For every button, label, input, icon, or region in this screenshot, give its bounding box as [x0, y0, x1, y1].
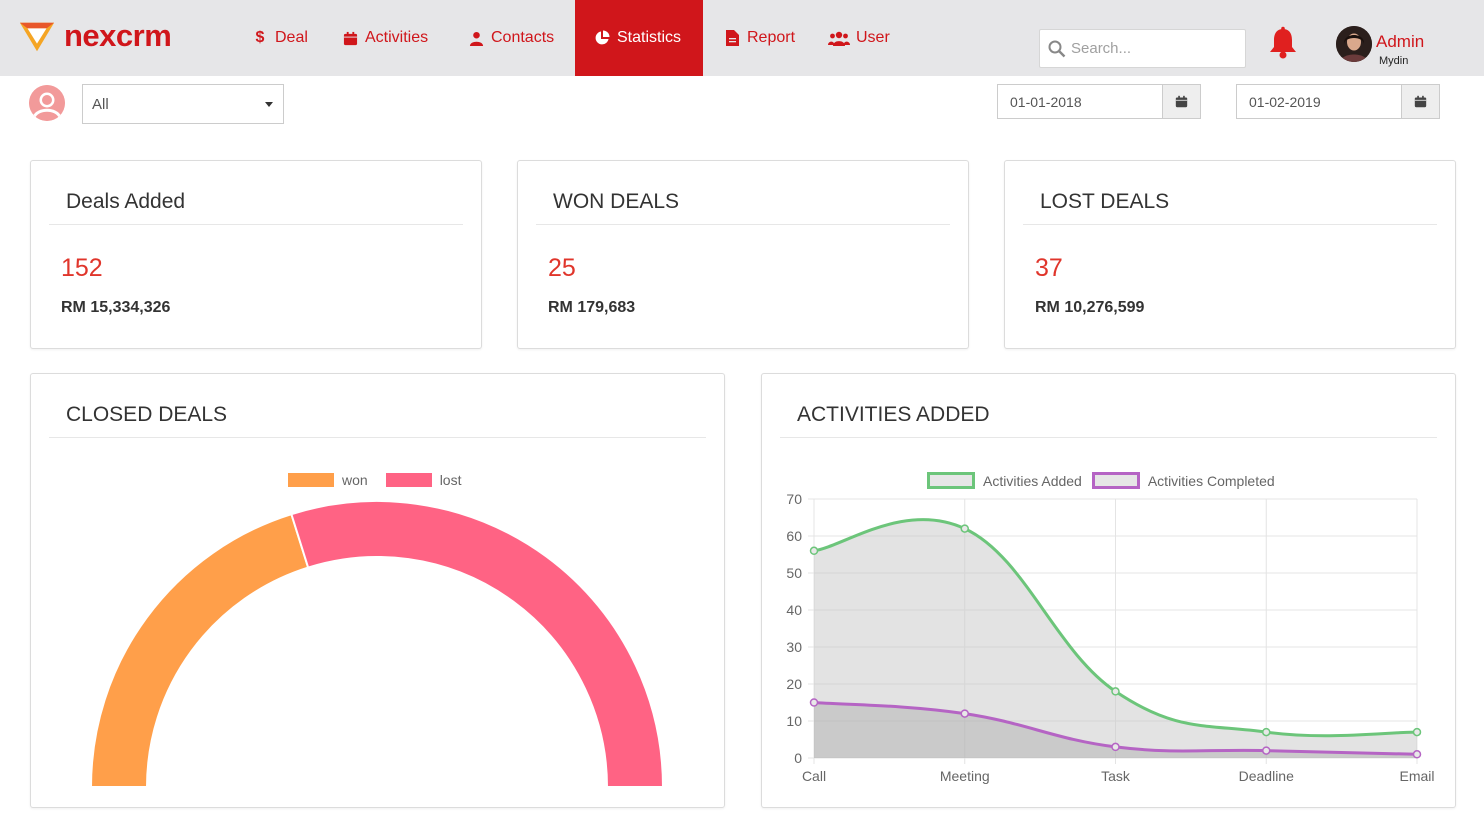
- date-from-picker[interactable]: 01-01-2018: [997, 84, 1201, 119]
- deals-added-count: 152: [61, 254, 103, 282]
- data-point[interactable]: [1111, 687, 1120, 696]
- divider: [49, 224, 463, 225]
- file-icon: [723, 30, 741, 46]
- date-from-input[interactable]: 01-01-2018: [998, 85, 1162, 118]
- users-icon: [828, 31, 850, 46]
- y-tick-label: 50: [786, 565, 802, 581]
- activities-line-chart: 0 10 20 30 40 50 60 70 Call Meeting Task Deadline Em…: [786, 491, 1434, 784]
- x-tick-label: Deadline: [1239, 768, 1294, 784]
- deals-added-amount: RM 15,334,326: [61, 299, 171, 316]
- y-tick-label: 0: [794, 750, 802, 766]
- date-to-picker[interactable]: 01-02-2019: [1236, 84, 1440, 119]
- closed-deals-card: CLOSED DEALS won lost: [30, 373, 725, 808]
- data-point[interactable]: [809, 698, 819, 707]
- search-icon: [1048, 40, 1066, 57]
- card-title: WON DEALS: [553, 190, 680, 213]
- lost-deals-amount: RM 10,276,599: [1035, 299, 1145, 316]
- divider: [536, 224, 950, 225]
- activities-added-card: ACTIVITIES ADDED Activities Added Activi…: [761, 373, 1456, 808]
- nav-activities[interactable]: Activities: [341, 0, 428, 76]
- data-point[interactable]: [1412, 750, 1422, 759]
- nav-contacts[interactable]: Contacts: [467, 0, 554, 76]
- won-deals-card: WON DEALS 25 RM 179,683: [517, 160, 969, 349]
- nav-statistics-label: Statistics: [617, 29, 682, 46]
- data-point[interactable]: [1262, 746, 1271, 755]
- y-tick-label: 30: [786, 639, 802, 655]
- y-tick-label: 70: [786, 491, 802, 507]
- won-deals-amount: RM 179,683: [548, 299, 636, 316]
- won-deals-count: 25: [548, 254, 576, 282]
- calendar-icon: [341, 31, 359, 46]
- user-filter-value: All: [92, 95, 109, 113]
- nav-report-label: Report: [747, 29, 796, 46]
- nav-deal-label: Deal: [275, 29, 308, 46]
- filter-avatar-icon: [29, 85, 65, 121]
- nav-user[interactable]: User: [828, 0, 890, 76]
- data-point[interactable]: [1262, 727, 1271, 737]
- data-point[interactable]: [960, 524, 969, 533]
- data-point[interactable]: [1412, 727, 1422, 737]
- calendar-icon[interactable]: [1162, 85, 1200, 118]
- y-tick-label: 40: [786, 602, 802, 618]
- user-icon: [467, 31, 485, 46]
- doughnut-slice-lost[interactable]: [290, 500, 665, 788]
- user-subtitle: Mydin: [1379, 55, 1409, 67]
- brand-logo[interactable]: nexcrm: [18, 16, 172, 56]
- y-tick-label: 20: [786, 676, 802, 692]
- date-to-input[interactable]: 01-02-2019: [1237, 85, 1401, 118]
- x-tick-label: Call: [802, 768, 826, 784]
- x-tick-label: Task: [1101, 768, 1131, 784]
- y-tick-label: 10: [786, 713, 802, 729]
- x-tick-label: Meeting: [940, 768, 990, 784]
- pie-chart-icon: [593, 30, 611, 46]
- nav-contacts-label: Contacts: [491, 29, 555, 46]
- nav-user-label: User: [856, 29, 890, 46]
- dollar-icon: $: [255, 29, 265, 46]
- lost-deals-card: LOST DEALS 37 RM 10,276,599: [1004, 160, 1456, 349]
- user-name[interactable]: Admin: [1376, 32, 1424, 52]
- data-point[interactable]: [1111, 742, 1120, 752]
- brand-name: nexcrm: [64, 18, 172, 53]
- divider: [1023, 224, 1437, 225]
- data-point[interactable]: [809, 546, 819, 556]
- user-avatar[interactable]: [1336, 26, 1372, 62]
- top-navbar: nexcrm $ Deal Activities Contacts Statis…: [0, 0, 1484, 76]
- calendar-icon[interactable]: [1401, 85, 1439, 118]
- user-filter-select[interactable]: All: [82, 84, 284, 124]
- x-tick-label: Email: [1399, 768, 1434, 784]
- y-tick-label: 60: [786, 528, 802, 544]
- nav-deal[interactable]: $ Deal: [251, 0, 308, 76]
- nav-report[interactable]: Report: [723, 0, 795, 76]
- card-title: Deals Added: [66, 190, 186, 213]
- caret-down-icon: [265, 102, 273, 107]
- card-title: LOST DEALS: [1040, 190, 1170, 213]
- closed-deals-doughnut-chart: [89, 500, 665, 788]
- doughnut-slice-won[interactable]: [89, 512, 310, 788]
- bell-icon[interactable]: [1266, 26, 1300, 60]
- nexcrm-logo-icon: [19, 22, 55, 52]
- nav-statistics[interactable]: Statistics: [575, 0, 703, 76]
- data-point[interactable]: [960, 709, 969, 718]
- search-input[interactable]: [1071, 40, 1241, 57]
- search-box[interactable]: [1039, 29, 1246, 68]
- deals-added-card: Deals Added 152 RM 15,334,326: [30, 160, 482, 349]
- nav-activities-label: Activities: [365, 29, 429, 46]
- lost-deals-count: 37: [1035, 254, 1063, 282]
